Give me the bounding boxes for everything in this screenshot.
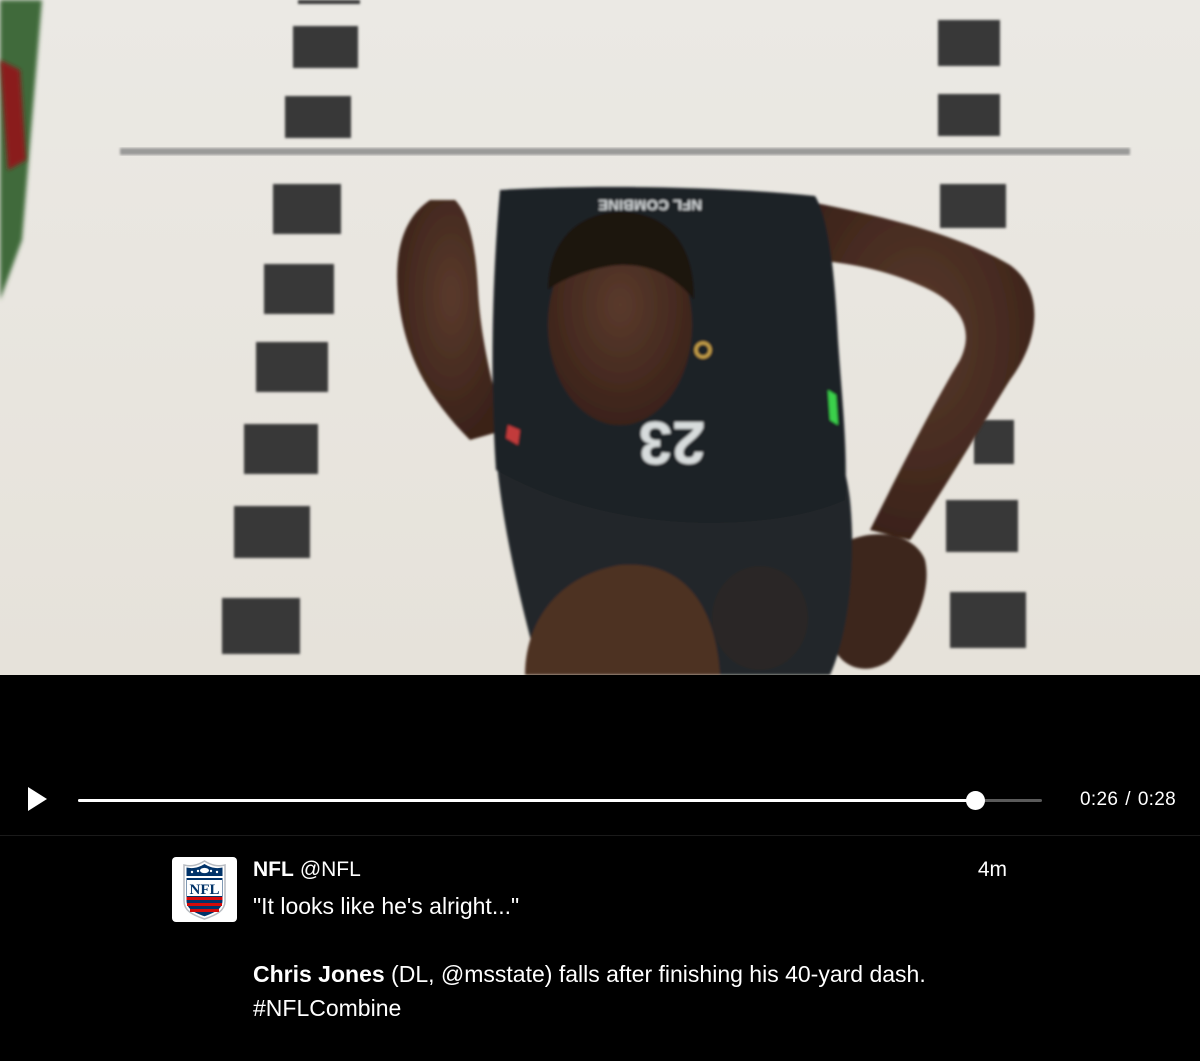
video-controls: 0:26 / 0:28 — [0, 760, 1200, 840]
player-name: Chris Jones — [253, 961, 385, 987]
time-readout: 0:26 / 0:28 — [1080, 789, 1176, 811]
tweet-text: "It looks like he's alright..." Chris Jo… — [253, 889, 1013, 1025]
play-icon — [28, 787, 47, 811]
current-time: 0:26 — [1080, 789, 1119, 810]
nfl-logo-icon: NFL — [183, 860, 226, 920]
tweet-text-part: ) falls after finishing his 40-yard dash… — [544, 961, 926, 987]
tweet-video-viewer: NFL COMBINE 23 0:26 / 0:28 NFL NFL @NFL 4m… — [0, 0, 1200, 1061]
video-frame[interactable]: NFL COMBINE 23 — [0, 0, 1200, 675]
time-separator: / — [1125, 789, 1131, 810]
tweet-text-part: (DL, — [384, 961, 441, 987]
tweet-paragraph: Chris Jones (DL, @msstate) falls after f… — [253, 957, 1013, 1025]
duration: 0:28 — [1137, 789, 1176, 810]
jersey-number: 23 — [639, 409, 706, 476]
play-button[interactable] — [22, 784, 52, 814]
hashtag-link[interactable]: #NFLCombine — [253, 995, 401, 1021]
seek-bar[interactable] — [78, 791, 1042, 810]
yard-line — [120, 148, 1130, 155]
author-handle[interactable]: @NFL — [300, 858, 361, 881]
seek-progress — [78, 799, 975, 802]
shirt-text: NFL COMBINE — [598, 196, 702, 213]
avatar[interactable]: NFL — [172, 857, 237, 922]
divider — [0, 835, 1200, 836]
tweet-timestamp[interactable]: 4m — [978, 855, 1007, 885]
tweet-body: NFL @NFL 4m "It looks like he's alright..… — [253, 855, 1013, 1025]
video-still: NFL COMBINE 23 — [0, 0, 1200, 675]
mention-link[interactable]: @msstate — [441, 961, 545, 987]
svg-text:NFL: NFL — [190, 882, 220, 898]
tweet-quote-line: "It looks like he's alright..." — [253, 893, 520, 919]
author-name[interactable]: NFL — [253, 858, 294, 881]
seek-thumb[interactable] — [965, 791, 985, 810]
tweet-header: NFL @NFL — [253, 855, 1013, 885]
